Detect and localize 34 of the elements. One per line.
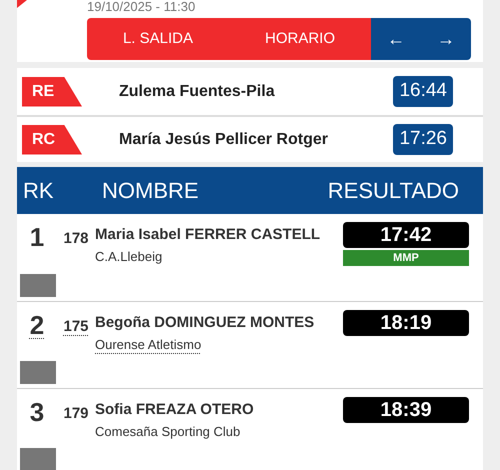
rank: 2 bbox=[28, 310, 46, 342]
record-tag: RE bbox=[22, 76, 82, 106]
result-time: 18:19 bbox=[343, 310, 469, 336]
column-header: RK bbox=[22, 177, 55, 205]
record-badge: MMP bbox=[343, 250, 469, 266]
club-name: C.A.Llebeig bbox=[95, 248, 164, 266]
club-name: Ourense Atletismo bbox=[95, 336, 202, 354]
flag-placeholder bbox=[20, 448, 56, 470]
athlete-name: Begoña DOMINGUEZ MONTES bbox=[95, 313, 316, 333]
bib-number: 175 bbox=[62, 317, 90, 337]
club-name: Comesaña Sporting Club bbox=[95, 422, 242, 441]
arrow-button[interactable]: → bbox=[421, 18, 471, 60]
rank: 3 bbox=[28, 397, 46, 429]
record-time: 16:44 bbox=[393, 76, 453, 107]
bib-number: 179 bbox=[62, 404, 90, 424]
column-header: RESULTADO bbox=[328, 177, 460, 205]
nav-button[interactable]: L. SALIDA bbox=[87, 18, 229, 60]
corner-icon bbox=[17, 0, 27, 8]
arrow-button[interactable]: ← bbox=[371, 18, 421, 60]
flag-placeholder bbox=[20, 274, 56, 297]
record-holder-name: María Jesús Pellicer Rotger bbox=[119, 130, 329, 150]
nav-button[interactable]: HORARIO bbox=[229, 18, 371, 60]
flag-placeholder bbox=[20, 361, 56, 384]
rank: 1 bbox=[28, 222, 46, 254]
record-tag: RC bbox=[22, 124, 82, 154]
bib-number: 178 bbox=[62, 229, 90, 249]
athlete-name: Maria Isabel FERRER CASTELL bbox=[95, 225, 322, 245]
record-time: 17:26 bbox=[393, 124, 453, 155]
athlete-name: Sofia FREAZA OTERO bbox=[95, 400, 255, 420]
event-datetime: 19/10/2025 - 11:30 bbox=[87, 0, 196, 13]
column-header: NOMBRE bbox=[102, 177, 200, 205]
result-time: 18:39 bbox=[343, 397, 469, 423]
record-holder-name: Zulema Fuentes-Pila bbox=[119, 82, 276, 102]
result-time: 17:42 bbox=[343, 222, 469, 248]
